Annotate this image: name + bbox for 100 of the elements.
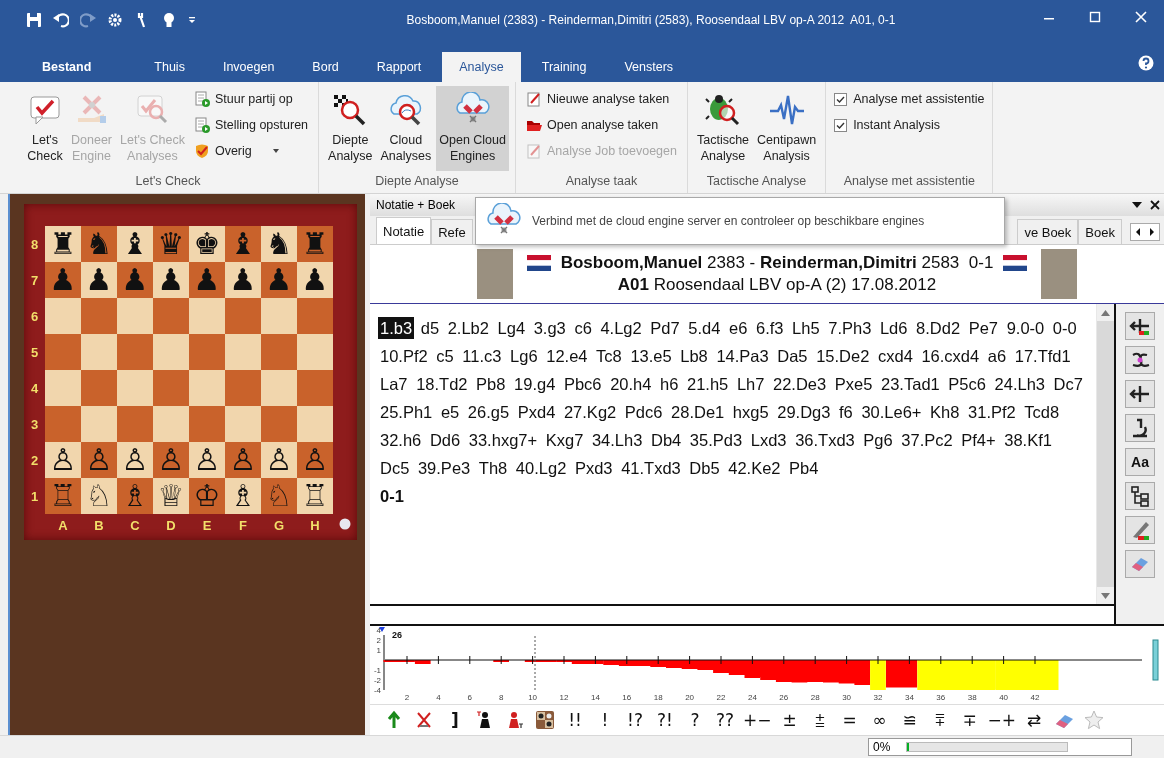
move-text[interactable]: Pb8	[474, 373, 508, 395]
move-text[interactable]: 6.f3	[753, 317, 786, 339]
move-text[interactable]: d5	[418, 317, 442, 339]
board-square[interactable]	[261, 334, 297, 370]
board-square[interactable]	[225, 370, 261, 406]
board-square[interactable]: ♟	[81, 262, 117, 298]
move-text[interactable]: hxg5	[730, 401, 771, 423]
board-square[interactable]: ♜	[45, 226, 81, 262]
board-square[interactable]	[81, 406, 117, 442]
board-square[interactable]	[117, 298, 153, 334]
move-text[interactable]: Pxd4	[515, 401, 558, 423]
board-square[interactable]	[81, 298, 117, 334]
ribbon-tab[interactable]: Analyse	[442, 52, 521, 82]
move-text[interactable]: Lh5	[790, 317, 822, 339]
move-text[interactable]: 15.De2	[814, 345, 872, 367]
close-icon[interactable]	[1150, 200, 1160, 210]
board-square[interactable]	[189, 298, 225, 334]
help-icon[interactable]	[1138, 55, 1154, 71]
move-text[interactable]: h6	[658, 373, 681, 395]
board-square[interactable]	[189, 334, 225, 370]
move-text[interactable]: 23.Tad1	[879, 373, 942, 395]
board-square[interactable]	[189, 370, 225, 406]
board-square[interactable]	[225, 334, 261, 370]
move-text[interactable]: Lb8	[678, 345, 710, 367]
move-text[interactable]: 37.Pc2	[899, 429, 955, 451]
move-text[interactable]: 35.Pd3	[687, 429, 745, 451]
move-text[interactable]: 3.g3	[531, 317, 568, 339]
annotation-button[interactable]: !?	[620, 706, 650, 734]
move-text[interactable]: 24.Lh3	[992, 373, 1047, 395]
move-text[interactable]: Pd7	[648, 317, 682, 339]
move-text[interactable]: 0-0	[1050, 317, 1079, 339]
move-text[interactable]: 12.e4	[544, 345, 590, 367]
move-text[interactable]: Tc8	[594, 345, 624, 367]
board-square[interactable]: ♙	[189, 442, 225, 478]
board-square[interactable]	[153, 334, 189, 370]
annotation-button[interactable]: ??	[710, 706, 740, 734]
board-square[interactable]	[297, 370, 333, 406]
panel-tab[interactable]: Boek	[1078, 219, 1122, 244]
toolbar-button[interactable]	[1125, 482, 1155, 510]
board-square[interactable]	[189, 406, 225, 442]
board-square[interactable]	[153, 370, 189, 406]
move-text[interactable]: Pe7	[966, 317, 1001, 339]
move-text[interactable]: 29.Dg3	[775, 401, 833, 423]
board-square[interactable]	[261, 406, 297, 442]
board-square[interactable]	[45, 298, 81, 334]
move-text[interactable]: 10.Pf2	[378, 345, 430, 367]
board-square[interactable]: ♗	[225, 478, 261, 514]
annotation-button[interactable]: ±	[774, 706, 805, 734]
toolbar-button[interactable]	[1125, 312, 1155, 340]
annotation-button[interactable]: −+	[984, 706, 1019, 734]
move-text[interactable]: Pg6	[861, 429, 895, 451]
move-text[interactable]: e6	[727, 317, 750, 339]
board-square[interactable]: ♕	[153, 478, 189, 514]
ribbon-button[interactable]: Diepte Analyse	[325, 86, 376, 171]
move-text[interactable]: a6	[985, 345, 1009, 367]
move-text[interactable]: 9.0-0	[1004, 317, 1047, 339]
move-text[interactable]: 28.De1	[669, 401, 727, 423]
move-text[interactable]: Tcd8	[1022, 401, 1062, 423]
board-square[interactable]: ♟	[117, 262, 153, 298]
board-square[interactable]: ♚	[189, 226, 225, 262]
board-square[interactable]	[261, 370, 297, 406]
move-text[interactable]: Pxe5	[832, 373, 875, 395]
board-square[interactable]: ♛	[153, 226, 189, 262]
move-text[interactable]: cxd4	[875, 345, 915, 367]
move-text[interactable]: P5c6	[946, 373, 988, 395]
board-square[interactable]: ♟	[297, 262, 333, 298]
panel-tab[interactable]: Notatie	[376, 217, 432, 244]
move-text[interactable]: Db5	[687, 457, 722, 479]
ribbon-menu-item[interactable]: Overig	[191, 140, 254, 162]
ribbon-button[interactable]: Cloud Analyses	[377, 86, 435, 171]
move-text[interactable]: 31.Pf2	[966, 401, 1018, 423]
move-text[interactable]: 21.h5	[685, 373, 731, 395]
toolbar-button[interactable]	[1125, 414, 1155, 442]
board-square[interactable]: ♙	[81, 442, 117, 478]
move-text[interactable]: 41.Txd3	[619, 457, 683, 479]
move-text[interactable]: 8.Dd2	[914, 317, 963, 339]
board-square[interactable]	[117, 406, 153, 442]
move-text[interactable]: Kxg7	[543, 429, 586, 451]
move-text[interactable]: 25.Ph1	[378, 401, 435, 423]
board-square[interactable]: ♟	[261, 262, 297, 298]
ribbon-tab[interactable]: Bord	[295, 52, 356, 82]
move-text[interactable]: Lxd3	[748, 429, 789, 451]
move-text[interactable]: 13.e5	[628, 345, 674, 367]
annotation-button[interactable]: ∓	[954, 706, 985, 734]
panel-tab[interactable]: Refe	[431, 219, 473, 244]
board-square[interactable]	[297, 334, 333, 370]
font-button[interactable]: Aa	[1125, 448, 1155, 476]
ribbon-button[interactable]: Let's Check	[24, 86, 66, 171]
move-text[interactable]: 22.De3	[771, 373, 829, 395]
lightbulb-icon[interactable]	[161, 12, 177, 28]
board-square[interactable]	[153, 406, 189, 442]
move-text[interactable]: 14.Pa3	[714, 345, 771, 367]
board-square[interactable]: ♖	[45, 478, 81, 514]
board-square[interactable]	[117, 370, 153, 406]
annotation-button[interactable]: ⇄	[1019, 706, 1049, 734]
move-text[interactable]: 26.g5	[465, 401, 512, 423]
annotation-button[interactable]: ⩲	[804, 706, 835, 734]
board-square[interactable]	[45, 370, 81, 406]
caret-icon[interactable]	[271, 147, 280, 155]
board-square[interactable]: ♙	[261, 442, 297, 478]
